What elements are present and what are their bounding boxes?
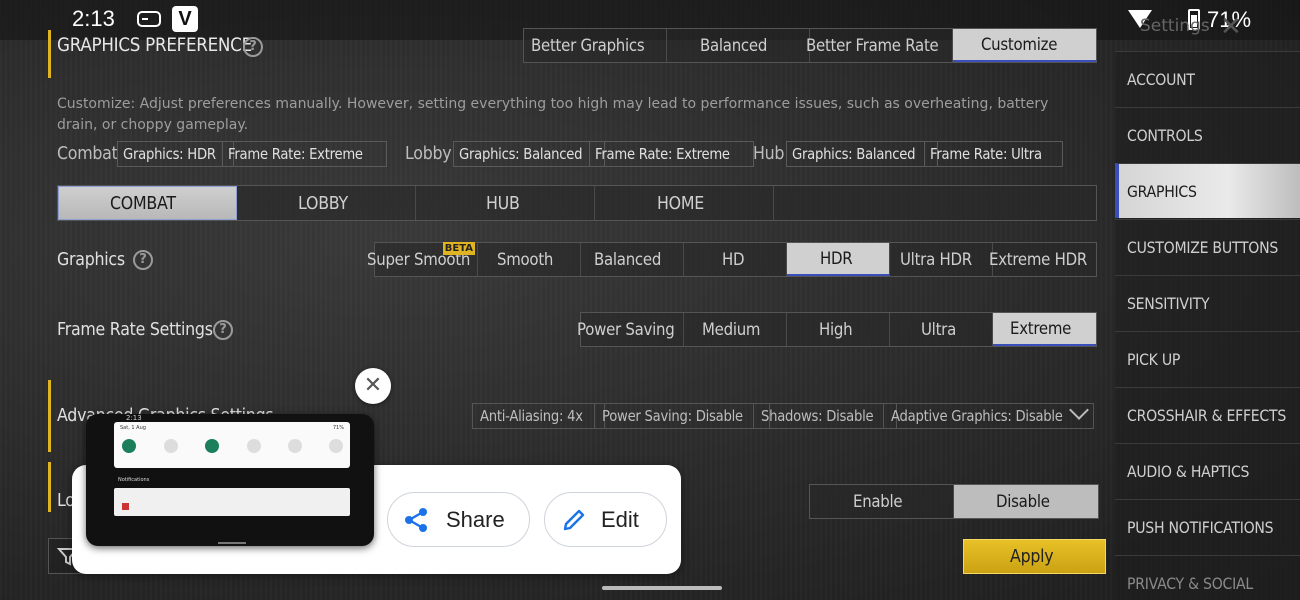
share-label: Share — [446, 506, 505, 532]
gamepad-icon — [137, 11, 161, 27]
edit-label: Edit — [601, 506, 639, 532]
adv-anti-aliasing: Anti-Aliasing: 4x — [472, 403, 605, 429]
beta-badge: BETA — [442, 242, 475, 255]
graphics-balanced[interactable]: Balanced — [581, 243, 684, 276]
edit-button[interactable]: Edit — [544, 492, 667, 547]
mode-tabs: COMBAT LOBBY HUB HOME — [57, 185, 1097, 221]
graphics-label: Graphics — [57, 249, 125, 270]
thumb-time: 2:13 — [126, 414, 142, 422]
thumb-wifi-tile-icon — [122, 439, 136, 453]
enable-disable-selector: Enable Disable — [809, 484, 1099, 519]
thumb-quick-settings: Sat, 1 Aug 71% — [114, 422, 350, 468]
tab-combat[interactable]: COMBAT — [58, 186, 237, 220]
customize-description: Customize: Adjust preferences manually. … — [57, 96, 1049, 133]
pref-better-graphics[interactable]: Better Graphics — [524, 29, 667, 62]
graphics-preference-title: GRAPHICS PREFERENCE — [57, 34, 252, 56]
graphics-hdr[interactable]: HDR — [787, 243, 890, 276]
thumb-notifications-label: Notifications — [118, 477, 150, 483]
thumb-rotate-tile-icon — [288, 439, 302, 453]
summary-lobby-frame: Frame Rate: Extreme — [589, 141, 755, 167]
screenshot-thumbnail[interactable]: 2:13 Sat, 1 Aug 71% Notifications — [86, 414, 374, 546]
share-icon — [405, 507, 427, 532]
sidebar-item-push-notifications[interactable]: PUSH NOTIFICATIONS — [1115, 499, 1300, 554]
frame-ultra[interactable]: Ultra — [890, 313, 993, 346]
section-accent — [48, 30, 51, 78]
thumb-flashlight-tile-icon — [247, 439, 261, 453]
sidebar-item-customize-buttons[interactable]: CUSTOMIZE BUTTONS — [1115, 219, 1300, 274]
pref-balanced[interactable]: Balanced — [667, 29, 810, 62]
graphics-help-icon[interactable]: ? — [133, 250, 153, 270]
option-disable[interactable]: Disable — [954, 485, 1098, 518]
thumb-notification-icon — [122, 503, 129, 510]
app-badge-icon: V — [172, 6, 198, 32]
thumb-battery: 71% — [332, 425, 344, 431]
dismiss-screenshot-button[interactable]: ✕ — [355, 368, 391, 404]
frame-high[interactable]: High — [787, 313, 890, 346]
apply-button[interactable]: Apply — [963, 539, 1106, 574]
thumb-nav-handle — [218, 542, 246, 544]
sidebar-item-account[interactable]: ACCOUNT — [1115, 51, 1300, 106]
graphics-hd[interactable]: HD — [684, 243, 787, 276]
thumb-notification-card — [114, 488, 350, 516]
summary-combat-graphics: Graphics: HDR — [117, 141, 235, 167]
frame-power-saving[interactable]: Power Saving — [577, 313, 684, 346]
tab-spacer — [774, 186, 1096, 220]
close-settings-icon[interactable]: ✕ — [1220, 12, 1242, 42]
summary-lobby-graphics: Graphics: Balanced — [453, 141, 606, 167]
sidebar-item-crosshair-effects[interactable]: CROSSHAIR & EFFECTS — [1115, 387, 1300, 442]
sidebar-item-audio-haptics[interactable]: AUDIO & HAPTICS — [1115, 443, 1300, 498]
pref-better-frame-rate[interactable]: Better Frame Rate — [806, 29, 953, 62]
graphics-preference-selector: Better Graphics Balanced Better Frame Ra… — [523, 28, 1097, 63]
graphics-super-smooth[interactable]: Super Smooth BETA — [367, 242, 478, 276]
advanced-accent — [48, 380, 51, 452]
adv-adaptive-graphics: Adaptive Graphics: Disable — [883, 403, 1095, 429]
settings-title: Settings — [1140, 16, 1210, 36]
help-icon[interactable]: ? — [243, 37, 263, 57]
toggle-accent — [48, 462, 51, 512]
summary-hub-label: Hub — [753, 143, 785, 164]
adv-shadows: Shadows: Disable — [753, 403, 897, 429]
navigation-handle[interactable] — [602, 586, 722, 590]
thumb-bluetooth-tile-icon — [164, 439, 178, 453]
adv-power-saving: Power Saving: Disable — [594, 403, 771, 429]
frame-rate-help-icon[interactable]: ? — [213, 320, 233, 340]
sidebar-item-controls[interactable]: CONTROLS — [1115, 107, 1300, 162]
settings-sidebar: ACCOUNT CONTROLS GRAPHICS CUSTOMIZE BUTT… — [1115, 51, 1300, 600]
share-button[interactable]: Share — [387, 492, 530, 547]
thumb-battery-saver-tile-icon — [329, 439, 343, 453]
thumb-date: Sat, 1 Aug — [120, 425, 146, 431]
summary-lobby-label: Lobby — [405, 143, 452, 164]
summary-combat-frame: Frame Rate: Extreme — [222, 141, 388, 167]
graphics-ultra-hdr[interactable]: Ultra HDR — [890, 243, 993, 276]
sidebar-item-privacy-social[interactable]: PRIVACY & SOCIAL — [1115, 555, 1300, 600]
thumb-dnd-tile-icon — [205, 439, 219, 453]
pencil-icon — [563, 509, 585, 530]
frame-medium[interactable]: Medium — [684, 313, 787, 346]
tab-home[interactable]: HOME — [595, 186, 774, 220]
graphics-extreme-hdr[interactable]: Extreme HDR — [989, 243, 1096, 276]
frame-extreme[interactable]: Extreme — [993, 313, 1096, 346]
graphics-selector: Super Smooth BETA Smooth Balanced HD HDR … — [367, 242, 1097, 277]
frame-rate-selector: Power Saving Medium High Ultra Extreme — [577, 312, 1097, 347]
sidebar-item-graphics[interactable]: GRAPHICS — [1115, 163, 1300, 218]
summary-hub-frame: Frame Rate: Ultra — [924, 141, 1064, 167]
frame-rate-label: Frame Rate Settings — [57, 319, 213, 340]
tab-lobby[interactable]: LOBBY — [237, 186, 416, 220]
sidebar-item-sensitivity[interactable]: SENSITIVITY — [1115, 275, 1300, 330]
tab-hub[interactable]: HUB — [416, 186, 595, 220]
pref-customize[interactable]: Customize — [953, 29, 1096, 62]
sidebar-item-pick-up[interactable]: PICK UP — [1115, 331, 1300, 386]
graphics-smooth[interactable]: Smooth — [478, 243, 581, 276]
option-enable[interactable]: Enable — [810, 485, 954, 518]
status-time: 2:13 — [72, 6, 115, 31]
summary-hub-graphics: Graphics: Balanced — [786, 141, 939, 167]
summary-combat-label: Combat — [57, 143, 118, 164]
